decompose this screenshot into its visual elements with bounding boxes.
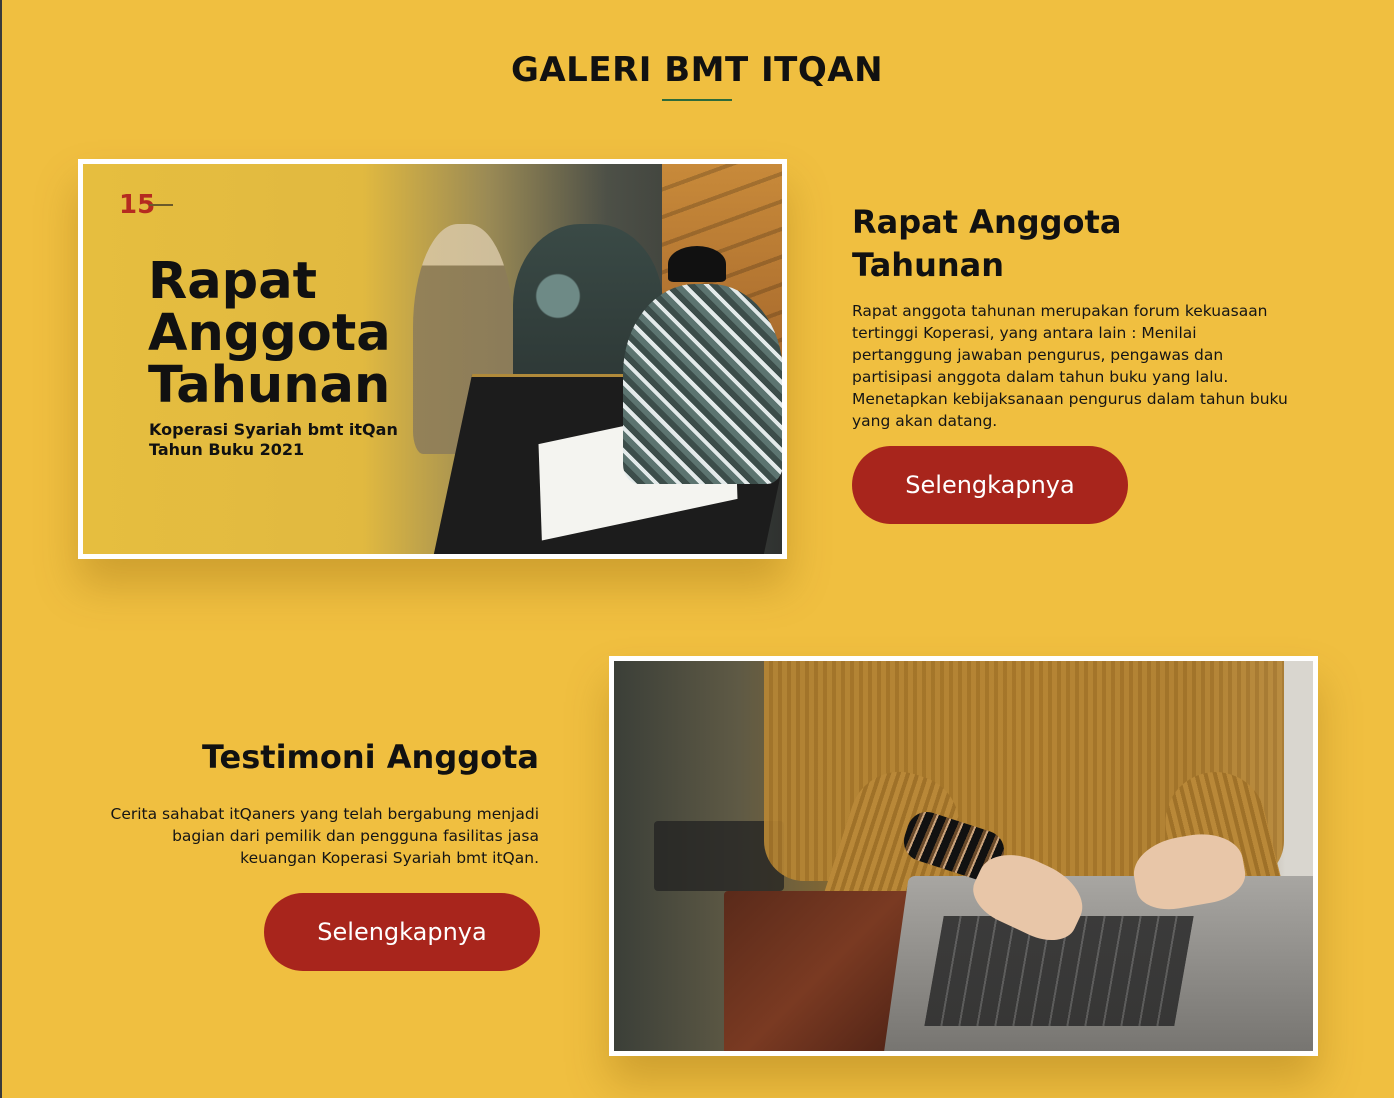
- rapat-anggota-image-frame: 15 Rapat Anggota Tahunan Koperasi Syaria…: [78, 159, 787, 559]
- rapat-anggota-banner-image: 15 Rapat Anggota Tahunan Koperasi Syaria…: [83, 164, 782, 554]
- page-left-border: [0, 0, 2, 1098]
- section-title: GALERI BMT ITQAN: [510, 50, 884, 90]
- title-underline: [662, 99, 732, 101]
- banner-title: Rapat Anggota Tahunan: [148, 252, 391, 415]
- testimoni-anggota-description: Cerita sahabat itQaners yang telah berga…: [110, 805, 540, 867]
- rapat-anggota-more-button[interactable]: Selengkapnya: [852, 446, 1128, 524]
- rapat-anggota-description: Rapat anggota tahunan merupakan forum ke…: [852, 302, 1288, 430]
- laptop-typing-photo: [614, 661, 1313, 1051]
- banner-subtitle: Koperasi Syariah bmt itQan Tahun Buku 20…: [149, 420, 398, 459]
- testimoni-anggota-more-button[interactable]: Selengkapnya: [264, 893, 540, 971]
- testimoni-image-frame: [609, 656, 1318, 1056]
- testimoni-anggota-title: Testimoni Anggota: [201, 738, 539, 776]
- rapat-anggota-title: Rapat Anggota Tahunan: [852, 203, 1122, 284]
